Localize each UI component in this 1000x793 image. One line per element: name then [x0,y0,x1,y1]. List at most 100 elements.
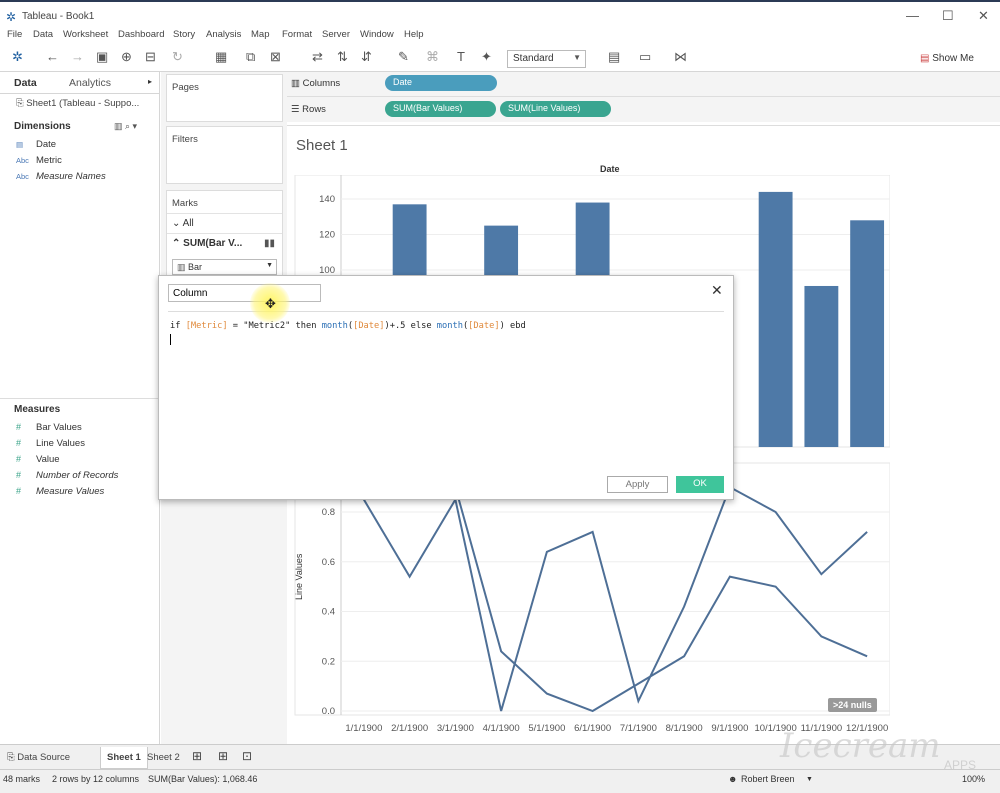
measure-icon: # [16,470,22,480]
view-size-dropdown[interactable]: Standard ▼ [507,50,586,68]
tableau-home-icon[interactable]: ✲ [12,50,23,64]
share-icon[interactable]: ⋈ [674,50,687,64]
toolbar: ✲ ← → ▣ ⊕ ⊟ ↻ ▦ ⧉ ⊠ ⇄ ⇅ ⇵ ✎ ⌘ T ✦ Standa… [0,44,1000,72]
close-icon[interactable]: ✕ [711,282,723,299]
menu-dashboard[interactable]: Dashboard [118,29,164,40]
refresh-icon[interactable]: ↻ [172,50,183,64]
menu-window[interactable]: Window [360,29,394,40]
save-icon[interactable]: ▣ [96,50,108,64]
status-sum: SUM(Bar Values): 1,068.46 [148,774,258,784]
formula-token: month [436,321,463,331]
field-date[interactable]: ▤ Date [16,139,56,150]
columns-icon: ▥ [291,78,300,89]
field-value[interactable]: # Value [16,454,60,465]
pill-sum-bar-values[interactable]: SUM(Bar Values) [385,101,496,117]
menu-analysis[interactable]: Analysis [206,29,241,40]
swap-icon[interactable]: ⇄ [312,50,323,64]
field-measure-names[interactable]: Abc Measure Names [16,171,106,182]
marks-sum-bar[interactable]: ⌃ SUM(Bar V... [172,238,242,249]
pill-sum-line-values[interactable]: SUM(Line Values) [500,101,611,117]
measure-icon: # [16,454,22,464]
y-axis-label-line-values: Line Values [294,553,304,600]
nulls-badge[interactable]: >24 nulls [828,698,877,712]
new-dashboard-icon[interactable]: ⊞ [218,749,228,763]
tab-analytics[interactable]: Analytics [69,77,111,89]
field-metric[interactable]: Abc Metric [16,155,62,166]
new-worksheet-icon[interactable]: ⊞ [192,749,202,763]
measure-icon: # [16,422,22,432]
menu-file[interactable]: File [7,29,22,40]
menu-story[interactable]: Story [173,29,195,40]
abc-icon: Abc [16,156,29,165]
field-measure-values[interactable]: # Measure Values [16,486,104,497]
show-cards-icon[interactable]: ▤ [608,50,620,64]
menu-format[interactable]: Format [282,29,312,40]
marks-label: Marks [172,198,198,209]
maximize-button[interactable]: ☐ [942,8,954,24]
calendar-icon: ▤ [16,140,24,149]
new-worksheet-icon[interactable]: ▦ [215,50,227,64]
filters-card[interactable]: Filters [166,126,283,184]
pages-card[interactable]: Pages [166,74,283,122]
tab-sheet-2[interactable]: Sheet 2 [147,752,180,763]
abc-icon: Abc [16,172,29,181]
formula-editor[interactable]: if [Metric] = "Metric2" then month([Date… [170,321,526,331]
show-me-button[interactable]: ▤ Show Me [920,53,974,64]
bar-chart-icon: ▮▮ [264,238,276,249]
pill-date[interactable]: Date [385,75,497,91]
window-title: Tableau - Book1 [22,11,95,22]
apply-button[interactable]: Apply [607,476,668,493]
field-bar-values[interactable]: # Bar Values [16,422,82,433]
mark-type-dropdown[interactable]: ▥ Bar ▼ [172,259,277,275]
marks-all-label: All [182,218,194,229]
calc-name-input[interactable] [168,284,321,302]
menu-worksheet[interactable]: Worksheet [63,29,108,40]
data-pane: Data Analytics ▸ ⎘ Sheet1 (Tableau - Sup… [0,72,160,744]
ok-button[interactable]: OK [676,476,724,493]
view-toggle-icon[interactable]: ▥ ⌕ ▾ [114,121,137,132]
tab-data[interactable]: Data [14,77,37,89]
x-tick-label: 3/1/1900 [437,723,474,734]
labels-icon[interactable]: T [457,50,465,64]
analytics-menu-icon[interactable]: ▸ [148,77,152,86]
marks-all[interactable]: ⌄ All [172,218,194,229]
menu-server[interactable]: Server [322,29,350,40]
field-line-values-label: Line Values [36,438,85,449]
field-measure-values-label: Measure Values [36,486,105,497]
menu-data[interactable]: Data [33,29,53,40]
tab-sheet-1[interactable]: Sheet 1 [100,747,148,769]
sort-descending-icon[interactable]: ⇵ [361,50,372,64]
datasource-item[interactable]: ⎘ Sheet1 (Tableau - Suppo... [16,98,139,109]
status-marks: 48 marks [3,774,41,784]
rows-shelf[interactable]: ☰ Rows SUM(Bar Values) SUM(Line Values) [287,98,1000,122]
undo-icon[interactable]: ← [46,50,59,64]
minimize-button[interactable]: — [906,8,919,23]
highlight-icon[interactable]: ✎ [398,50,409,64]
status-user[interactable]: Robert Breen [741,774,795,784]
group-icon[interactable]: ⌘ [426,50,439,64]
duplicate-sheet-icon[interactable]: ⧉ [246,50,255,64]
presentation-icon[interactable]: ▭ [639,50,651,64]
pin-axes-icon[interactable]: ✦ [481,50,492,64]
show-me-icon: ▤ [920,53,930,64]
close-window-button[interactable]: ✕ [978,8,989,24]
status-zoom[interactable]: 100% [962,774,985,784]
x-tick-label: 8/1/1900 [666,723,703,734]
menu-help[interactable]: Help [404,29,424,40]
data-source-tab[interactable]: ⎘ Data Source [7,752,70,763]
menu-map[interactable]: Map [251,29,269,40]
columns-shelf[interactable]: ▥ Columns Date [287,72,1000,96]
new-datasource-icon[interactable]: ⊕ [121,50,132,64]
field-line-values[interactable]: # Line Values [16,438,85,449]
new-story-icon[interactable]: ⊡ [242,749,252,763]
pause-updates-icon[interactable]: ⊟ [145,50,156,64]
chevron-down-icon[interactable]: ▼ [806,776,813,783]
dimensions-header: Dimensions [14,121,71,132]
field-number-of-records[interactable]: # Number of Records [16,470,118,481]
sort-ascending-icon[interactable]: ⇅ [337,50,348,64]
shelves-area: ▥ Columns Date ☰ Rows SUM(Bar Values) SU… [287,72,1000,122]
rows-icon: ☰ [291,104,300,115]
redo-icon[interactable]: → [71,50,84,64]
clear-sheet-icon[interactable]: ⊠ [270,50,281,64]
bar-y-tick-label: 120 [319,230,335,241]
